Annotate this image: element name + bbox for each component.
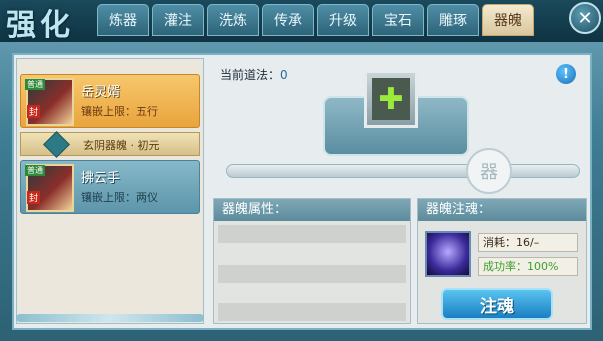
- tab-baoshi[interactable]: 宝石: [372, 4, 424, 36]
- tab-xilian[interactable]: 洗炼: [207, 4, 259, 36]
- tab-bar: 炼器 灌注 洗炼 传承 升级 宝石 雕琢 器魄: [97, 4, 534, 38]
- tab-guanzhu[interactable]: 灌注: [152, 4, 204, 36]
- sealed-badge: 封: [27, 191, 41, 204]
- property-row: [218, 285, 406, 303]
- property-row: [218, 247, 406, 265]
- close-button[interactable]: ✕: [569, 2, 601, 34]
- inject-title: 器魄注魂：: [418, 199, 586, 221]
- seal-icon: 器: [466, 148, 512, 194]
- equipment-item[interactable]: 普通 封 拂云手 镶嵌上限：两仪: [20, 160, 200, 214]
- properties-title: 器魄属性：: [214, 199, 410, 221]
- equipment-name: 拂云手: [81, 171, 121, 186]
- quality-tag: 普通: [25, 79, 45, 90]
- inlay-limit: 镶嵌上限：两仪: [81, 191, 158, 204]
- diamond-icon: [43, 131, 70, 158]
- inject-button[interactable]: 注魂: [441, 288, 553, 320]
- close-icon: ✕: [577, 7, 593, 29]
- list-scrollbar[interactable]: [16, 314, 204, 322]
- logo: 强化: [6, 8, 74, 43]
- add-soul-icon[interactable]: ✚: [372, 78, 410, 120]
- equipment-item[interactable]: 普通 封 岳灵婿 镶嵌上限：五行: [20, 74, 200, 128]
- success-rate-field: 成功率：100%: [478, 257, 578, 276]
- sealed-badge: 封: [27, 105, 41, 118]
- equipment-name: 岳灵婿: [81, 85, 121, 100]
- info-icon[interactable]: !: [556, 64, 576, 84]
- tab-shengji[interactable]: 升级: [317, 4, 369, 36]
- current-dao-readout: 当前道法：0: [220, 66, 288, 83]
- current-dao-label: 当前道法：: [220, 68, 281, 82]
- quality-tag: 普通: [25, 165, 45, 176]
- property-row: [218, 265, 406, 283]
- property-row: [218, 225, 406, 243]
- cost-field: 消耗：16/–: [478, 233, 578, 252]
- tab-lianqi[interactable]: 炼器: [97, 4, 149, 36]
- soul-section-row[interactable]: 玄阴器魄 · 初元: [20, 131, 200, 158]
- current-dao-value: 0: [280, 68, 288, 82]
- soul-section-label: 玄阴器魄 · 初元: [83, 139, 160, 152]
- soul-orb-icon: [425, 231, 471, 277]
- progress-rail: [226, 164, 580, 178]
- property-row: [218, 303, 406, 321]
- tab-chuancheng[interactable]: 传承: [262, 4, 314, 36]
- tab-diaozhuo[interactable]: 雕琢: [427, 4, 479, 36]
- tab-qipo[interactable]: 器魄: [482, 4, 534, 36]
- inlay-limit: 镶嵌上限：五行: [81, 105, 158, 118]
